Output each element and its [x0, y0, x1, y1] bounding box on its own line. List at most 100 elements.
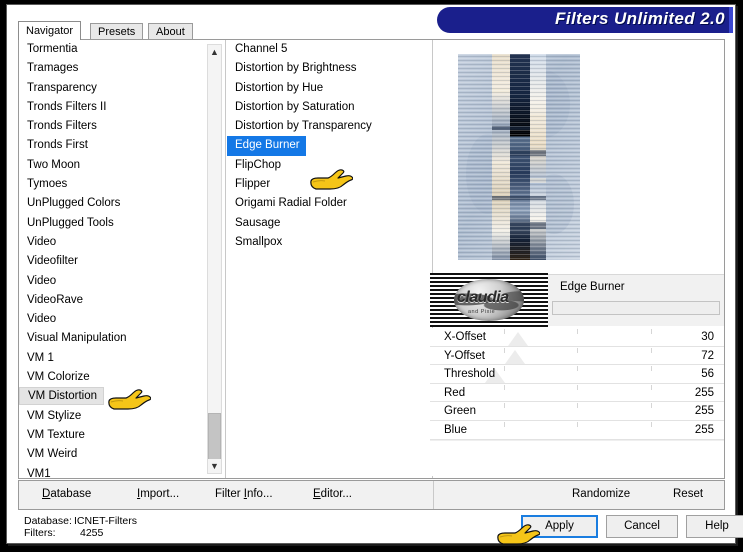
preview-image[interactable]: [458, 54, 580, 260]
slider-tick: [503, 384, 505, 390]
slider-tick: [577, 347, 578, 353]
category-item[interactable]: VM Weird: [19, 445, 225, 464]
chevron-up-icon[interactable]: ▲: [208, 45, 221, 59]
slider-tick: [577, 384, 578, 390]
filter-item[interactable]: Smallpox: [227, 233, 432, 252]
category-item[interactable]: UnPlugged Tools: [19, 214, 225, 233]
category-item[interactable]: UnPlugged Colors: [19, 194, 225, 213]
parameter-row[interactable]: Threshold 56: [430, 365, 724, 384]
category-item[interactable]: Tronds Filters: [19, 117, 225, 136]
category-item[interactable]: Tormentia: [19, 40, 225, 59]
parameter-row[interactable]: Y-Offset 72: [430, 346, 724, 366]
tab-strip: Navigator Presets About: [18, 21, 438, 40]
category-item[interactable]: Two Moon: [19, 156, 225, 175]
category-scrollbar[interactable]: ▲ ▼: [207, 44, 222, 474]
command-bar-separator: [433, 481, 434, 509]
parameter-label: Blue: [444, 423, 468, 436]
category-item[interactable]: Video: [19, 310, 225, 329]
logo-wordmark: claudia: [457, 289, 509, 306]
slider-marker[interactable]: [505, 350, 526, 365]
reset-button[interactable]: Reset: [673, 488, 703, 500]
parameter-list-empty-area: [430, 440, 724, 476]
scrollbar-thumb[interactable]: [208, 413, 221, 463]
filter-item-label: Distortion by Saturation: [235, 100, 355, 113]
app-title: Filters Unlimited 2.0: [555, 9, 725, 28]
category-item[interactable]: Videofilter: [19, 252, 225, 271]
hand-cursor-apply-icon: [496, 523, 540, 552]
category-item-label: VM 1: [27, 351, 54, 364]
slider-tick: [650, 329, 652, 334]
application-window: Filters Unlimited 2.0 Navigator Presets …: [6, 4, 743, 545]
category-item[interactable]: VM Texture: [19, 426, 225, 445]
filter-item-label: Sausage: [235, 216, 281, 229]
filter-item[interactable]: Distortion by Hue: [227, 79, 432, 98]
parameter-row[interactable]: Green 255: [430, 402, 724, 421]
title-banner: Filters Unlimited 2.0: [437, 7, 733, 33]
category-item[interactable]: Tramages: [19, 59, 225, 78]
category-item[interactable]: Video: [19, 272, 225, 291]
parameter-value: 56: [701, 368, 714, 381]
help-button[interactable]: Help: [686, 515, 743, 538]
category-item-label: Video: [27, 274, 57, 287]
category-item[interactable]: Tymoes: [19, 175, 225, 194]
filter-item-label: Distortion by Brightness: [235, 62, 357, 75]
parameter-label: Y-Offset: [444, 349, 485, 362]
category-item[interactable]: VM1: [19, 465, 225, 478]
randomize-button[interactable]: Randomize: [572, 488, 630, 500]
category-item[interactable]: Transparency: [19, 79, 225, 98]
slider-tick: [650, 403, 652, 409]
category-item[interactable]: Video: [19, 233, 225, 252]
content-panel: Tormentia Tramages Transparency Tronds Filt…: [18, 39, 725, 479]
filter-item[interactable]: Sausage: [227, 214, 432, 233]
category-item[interactable]: Tronds First: [19, 136, 225, 155]
parameter-value: 255: [694, 405, 714, 418]
category-item-label: VM1: [27, 467, 51, 478]
filter-item[interactable]: Channel 5: [227, 40, 432, 59]
parameter-label: Red: [444, 386, 466, 399]
slider-tick: [577, 329, 578, 334]
slider-tick: [650, 384, 652, 390]
editor-button[interactable]: Editor...: [313, 488, 352, 500]
parameter-list: X-Offset 30 Y-Offset 72 Threshold 56 Red 255 Gre…: [430, 328, 724, 476]
category-item-label: Videofilter: [27, 255, 78, 268]
slider-tick: [503, 329, 505, 334]
category-item[interactable]: VM Colorize: [19, 368, 225, 387]
parameter-row[interactable]: X-Offset 30: [430, 328, 724, 347]
preset-combo[interactable]: [552, 301, 720, 315]
filter-item[interactable]: Distortion by Transparency: [227, 117, 432, 136]
tab-about[interactable]: About: [148, 23, 193, 40]
parameter-label: Threshold: [444, 368, 496, 381]
category-item[interactable]: Visual Manipulation: [19, 329, 225, 348]
category-item[interactable]: VM 1: [19, 349, 225, 368]
parameter-label: Green: [444, 405, 476, 418]
tab-presets[interactable]: Presets: [90, 23, 144, 40]
category-item-label: Tronds Filters: [27, 120, 97, 133]
category-item-label: VM Weird: [27, 448, 78, 461]
hand-cursor-filter-icon: [309, 168, 353, 198]
category-item[interactable]: VideoRave: [19, 291, 225, 310]
filter-info-button[interactable]: Filter Info...: [215, 488, 273, 500]
filter-item-label: Distortion by Hue: [235, 81, 324, 94]
category-item-label: Tymoes: [27, 178, 68, 191]
filter-list[interactable]: Channel 5 Distortion by Brightness Distort…: [227, 40, 433, 478]
filter-item[interactable]: Edge Burner: [227, 136, 432, 156]
tab-navigator[interactable]: Navigator: [18, 21, 82, 40]
import-button[interactable]: Import...: [137, 488, 179, 500]
parameter-rows: X-Offset 30 Y-Offset 72 Threshold 56 Red 255 Gre…: [430, 328, 724, 440]
chevron-down-icon[interactable]: ▼: [208, 459, 221, 473]
category-item[interactable]: Tronds Filters II: [19, 98, 225, 117]
filter-item[interactable]: Distortion by Brightness: [227, 59, 432, 78]
slider-marker[interactable]: [508, 331, 529, 346]
cancel-button[interactable]: Cancel: [606, 515, 678, 538]
preview-column: claudia and Pixie Edge Burner X-Offset 30…: [430, 40, 724, 478]
filter-item[interactable]: Distortion by Saturation: [227, 98, 432, 117]
slider-tick: [577, 366, 578, 372]
hand-cursor-category-icon: [107, 388, 151, 418]
parameter-row[interactable]: Blue 255: [430, 420, 724, 440]
database-button[interactable]: Database: [42, 488, 91, 500]
category-list[interactable]: Tormentia Tramages Transparency Tronds Filt…: [19, 40, 226, 478]
filter-item-label: Smallpox: [235, 235, 283, 248]
parameter-row[interactable]: Red 255: [430, 383, 724, 403]
status-database-value: ICNET-Filters: [74, 515, 137, 527]
status-filters-value: 4255: [80, 527, 104, 539]
